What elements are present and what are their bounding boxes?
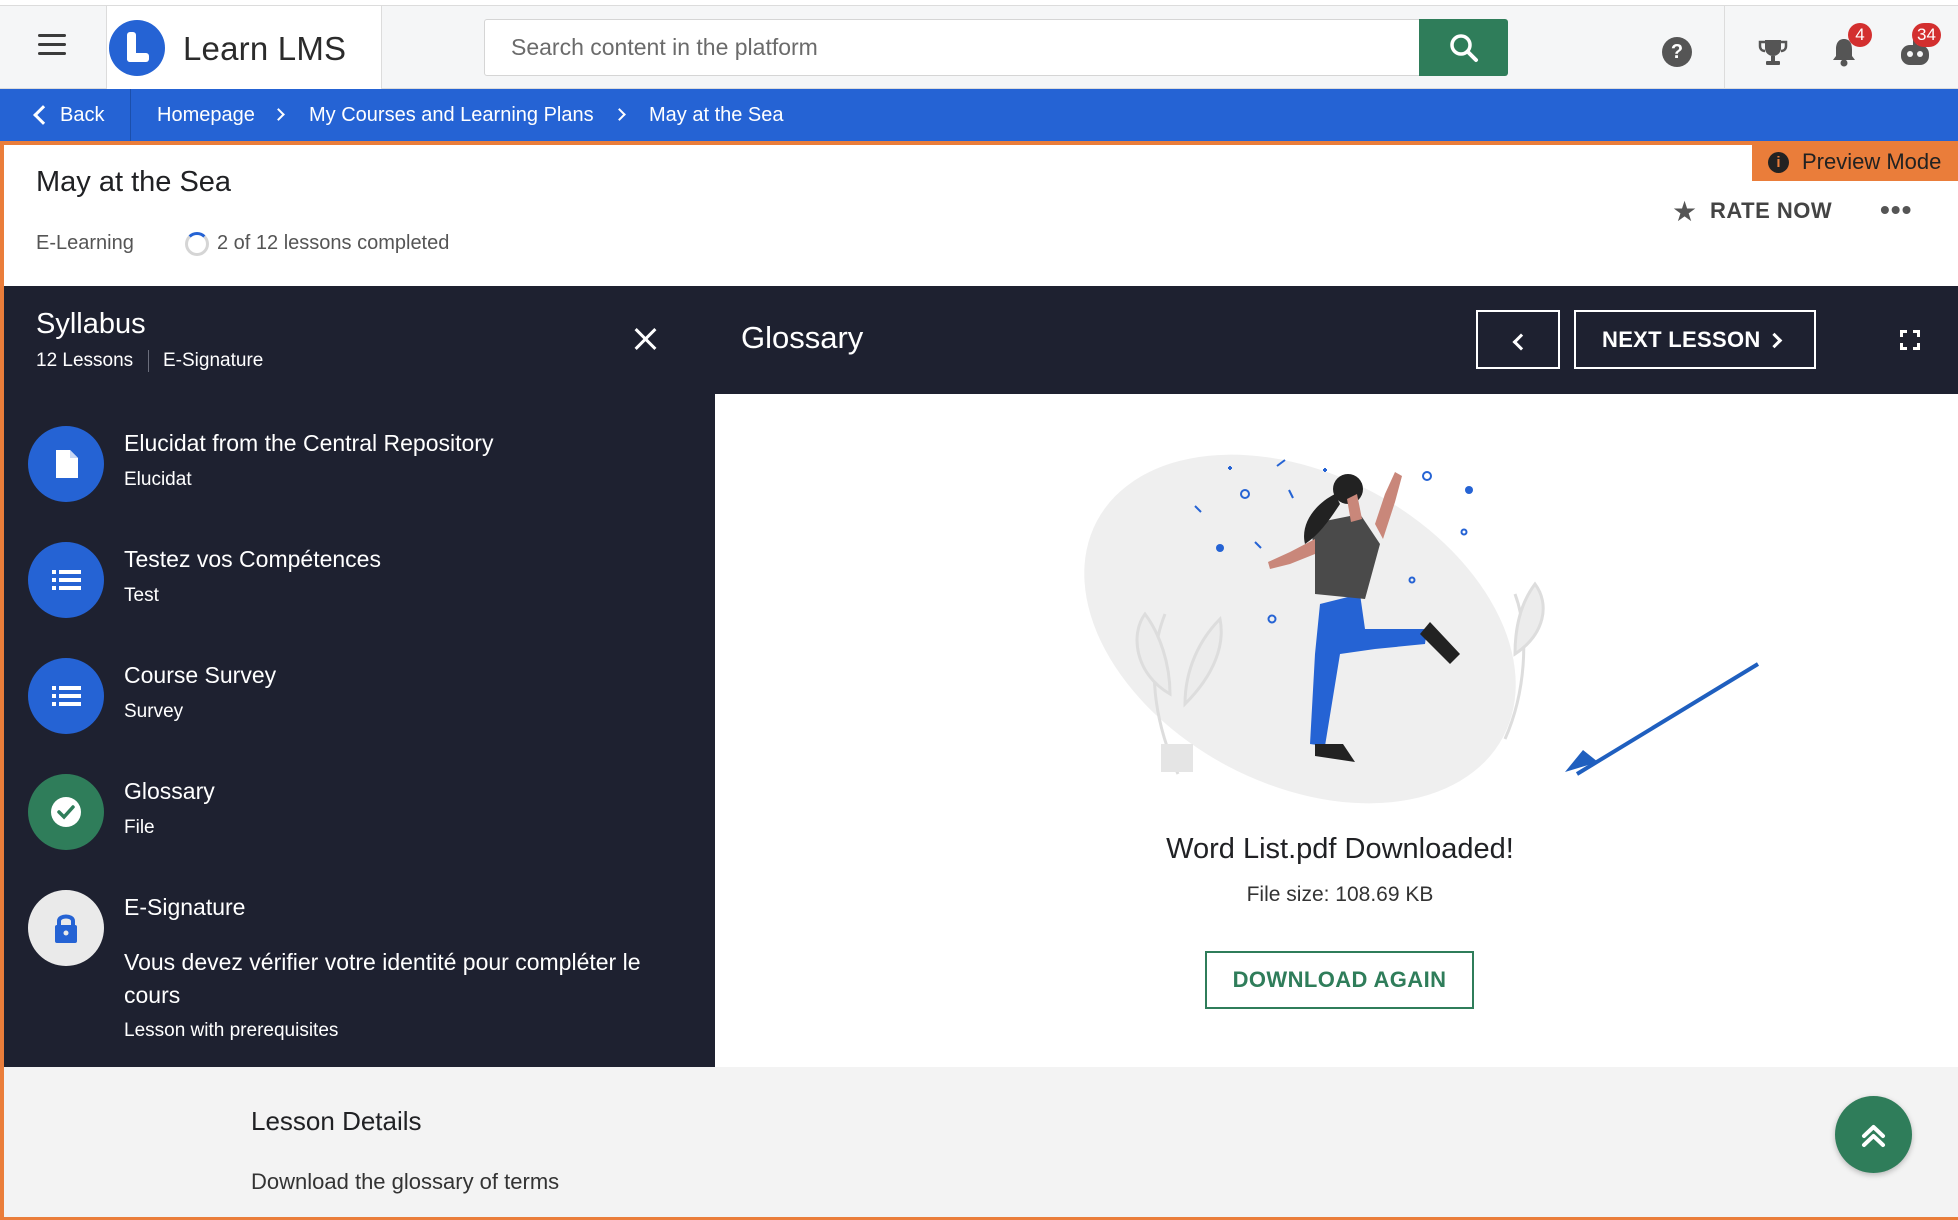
list-icon: [28, 658, 104, 734]
logo[interactable]: Learn LMS: [106, 6, 382, 89]
page-title: May at the Sea: [36, 166, 232, 198]
lesson-name: Course Survey: [124, 662, 277, 688]
lesson-type: Survey: [124, 701, 184, 722]
syllabus-divider: [148, 350, 149, 372]
download-status-title: Word List.pdf Downloaded!: [1166, 833, 1514, 865]
lesson-item[interactable]: Elucidat from the Central Repository Elu…: [28, 426, 708, 506]
more-options-icon[interactable]: •••: [1880, 194, 1912, 226]
preview-mode-label: Preview Mode: [1802, 149, 1942, 174]
lesson-details-title: Lesson Details: [251, 1106, 422, 1136]
lesson-name: Testez vos Compétences: [124, 546, 381, 572]
preview-border-top: [0, 141, 1958, 145]
app-name: Learn LMS: [183, 30, 347, 67]
fullscreen-icon[interactable]: [1900, 330, 1920, 350]
download-again-button[interactable]: DOWNLOAD AGAIN: [1205, 951, 1474, 1009]
file-icon: [28, 426, 104, 502]
rate-now-button[interactable]: ★ RATE NOW: [1672, 196, 1833, 227]
lesson-type: Lesson with prerequisites: [124, 1020, 339, 1041]
star-icon: ★: [1672, 196, 1698, 227]
syllabus-sidebar: Elucidat from the Central Repository Elu…: [4, 394, 715, 1067]
lesson-item[interactable]: Course Survey Survey: [28, 658, 708, 738]
search-button[interactable]: [1419, 19, 1508, 76]
info-icon: i: [1768, 152, 1789, 173]
hamburger-menu-icon[interactable]: [28, 28, 76, 68]
lesson-item-active[interactable]: Glossary File: [28, 774, 708, 854]
next-lesson-button[interactable]: NEXT LESSON: [1574, 310, 1816, 369]
breadcrumb-current-course[interactable]: May at the Sea: [649, 89, 784, 141]
syllabus-lesson-count: 12 Lessons: [36, 350, 134, 371]
header-divider: [1724, 6, 1725, 89]
syllabus-title: Syllabus: [36, 308, 146, 340]
lesson-item[interactable]: Testez vos Compétences Test: [28, 542, 708, 622]
scroll-to-top-button[interactable]: [1835, 1096, 1912, 1173]
previous-lesson-button[interactable]: [1476, 310, 1560, 369]
help-icon[interactable]: ?: [1662, 37, 1692, 67]
breadcrumb-my-courses[interactable]: My Courses and Learning Plans: [309, 89, 594, 141]
trophy-icon[interactable]: [1758, 38, 1788, 71]
top-bar: Learn LMS ? 4 34: [0, 5, 1958, 89]
close-syllabus-icon[interactable]: [632, 325, 660, 353]
lesson-type: File: [124, 817, 155, 838]
lesson-name: E-Signature: [124, 894, 246, 920]
search-icon: [1450, 34, 1478, 62]
search-input[interactable]: [484, 19, 1420, 76]
rate-now-label: RATE NOW: [1710, 198, 1833, 223]
lesson-item-locked[interactable]: E-Signature Vous devez vérifier votre id…: [28, 890, 708, 1050]
breadcrumb-divider: [130, 89, 131, 141]
logo-mark-icon: [109, 20, 165, 76]
breadcrumb-homepage[interactable]: Homepage: [157, 89, 255, 141]
lesson-name: Glossary: [124, 778, 215, 804]
lock-icon: [28, 890, 104, 966]
assistant-bot-icon[interactable]: 34: [1898, 23, 1941, 72]
notifications-bell-icon[interactable]: 4: [1830, 23, 1872, 72]
preview-mode-tag: i Preview Mode: [1752, 143, 1958, 181]
messages-badge: 34: [1912, 23, 1941, 47]
lesson-name: Elucidat from the Central Repository: [124, 430, 494, 456]
breadcrumb: Back Homepage My Courses and Learning Pl…: [0, 89, 1958, 141]
lesson-type: Test: [124, 585, 159, 606]
check-icon: [28, 774, 104, 850]
lesson-details-description: Download the glossary of terms: [251, 1169, 560, 1194]
progress-text: 2 of 12 lessons completed: [217, 232, 450, 254]
notifications-badge: 4: [1848, 23, 1872, 47]
double-chevron-up-icon: [1862, 1125, 1885, 1147]
back-link[interactable]: Back: [30, 89, 104, 141]
chevron-right-icon: [613, 108, 626, 121]
list-icon: [28, 542, 104, 618]
file-size: File size: 108.69 KB: [1246, 883, 1434, 906]
lesson-type: Elucidat: [124, 469, 192, 490]
lesson-title: Glossary: [741, 320, 864, 355]
lesson-lock-note: Vous devez vérifier votre identité pour …: [124, 949, 641, 1008]
syllabus-tag: E-Signature: [163, 350, 264, 371]
progress-ring-icon: [185, 232, 209, 256]
course-type: E-Learning: [36, 232, 134, 254]
chevron-right-icon: [272, 108, 285, 121]
